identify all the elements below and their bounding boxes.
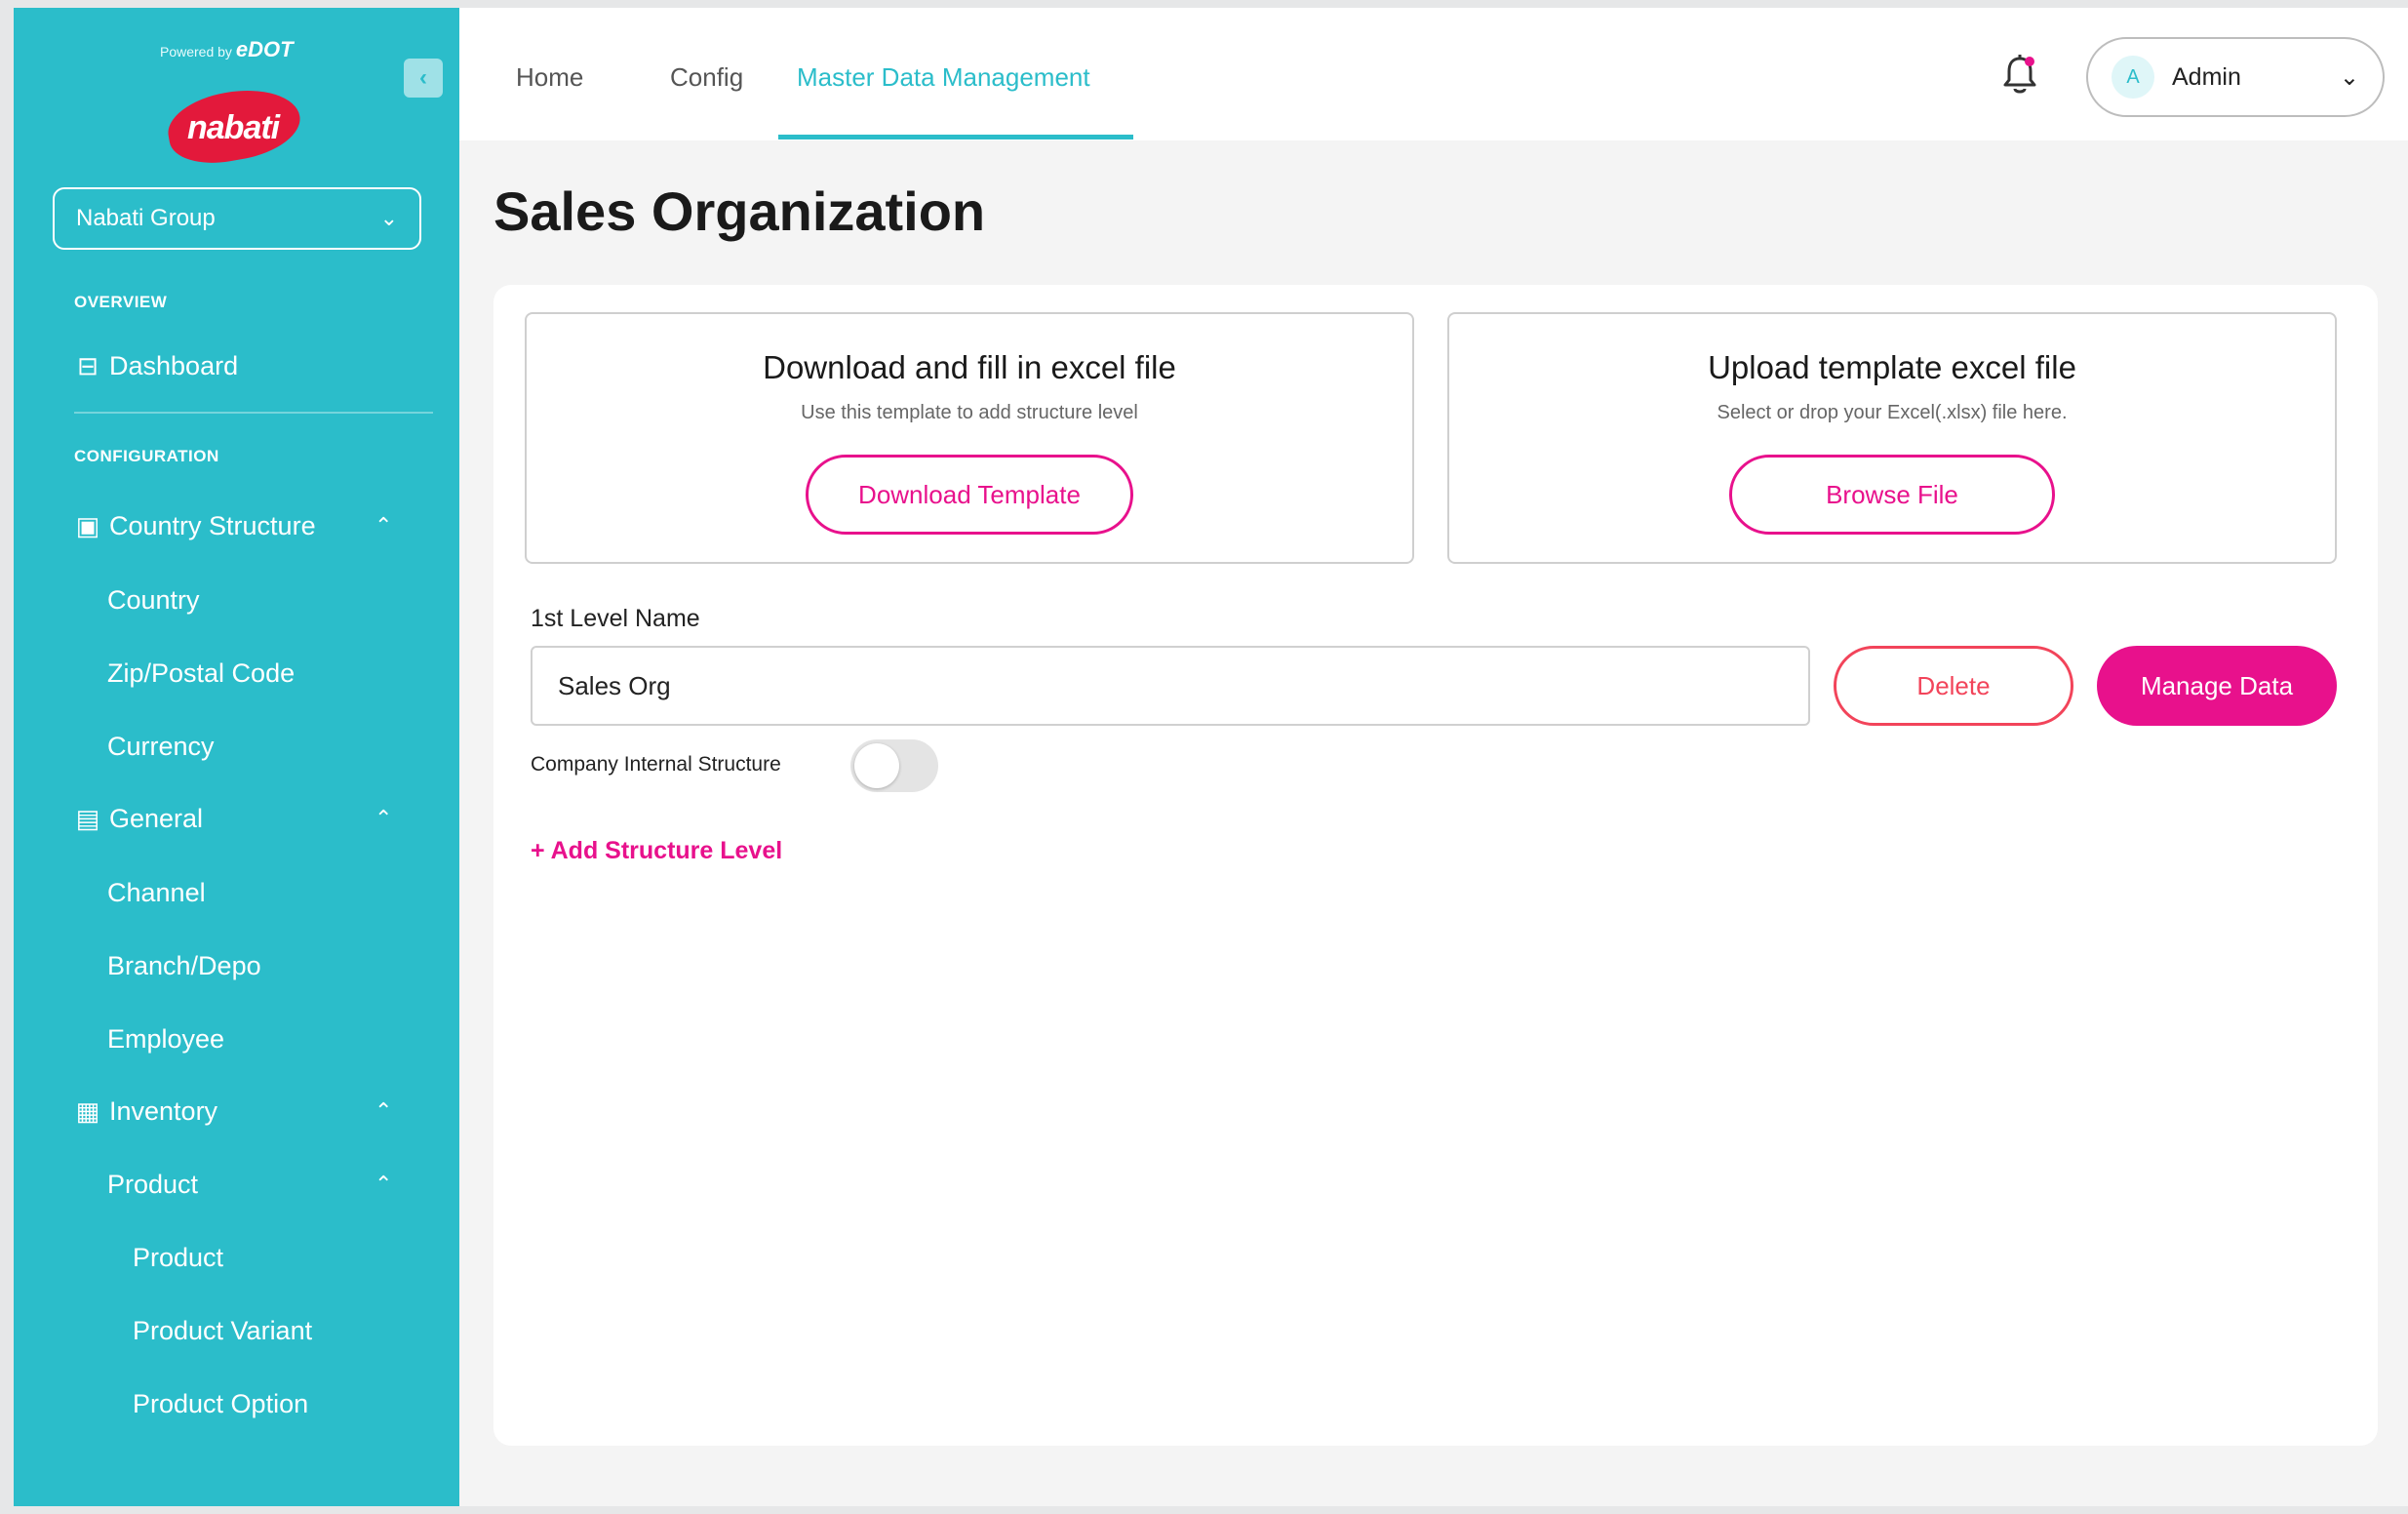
avatar: A — [2112, 56, 2154, 99]
user-menu[interactable]: A Admin ⌄ — [2086, 37, 2385, 117]
user-name: Admin — [2172, 62, 2241, 91]
download-subtitle: Use this template to add structure level — [801, 402, 1138, 423]
building-icon: ▣ — [75, 511, 100, 540]
delete-button[interactable]: Delete — [1834, 646, 2073, 726]
sidebar-item-label: Country Structure — [109, 511, 316, 540]
upload-subtitle: Select or drop your Excel(.xlsx) file he… — [1717, 402, 2068, 423]
browse-file-button[interactable]: Browse File — [1729, 455, 2055, 535]
app-frame: Powered by eDOT ‹ nabati Nabati Group ⌄ … — [14, 8, 2408, 1506]
notification-bell-icon[interactable] — [2000, 53, 2039, 98]
chevron-up-icon[interactable]: ⌃ — [375, 1098, 392, 1124]
edot-logo: eDOT — [235, 37, 294, 61]
section-configuration: CONFIGURATION — [74, 447, 219, 465]
active-tab-indicator — [778, 135, 1133, 139]
sidebar-item-product[interactable]: Product — [133, 1243, 223, 1273]
download-template-button[interactable]: Download Template — [806, 455, 1133, 535]
chevron-up-icon[interactable]: ⌃ — [375, 806, 392, 831]
group-select[interactable]: Nabati Group ⌄ — [53, 187, 421, 250]
tab-master-data-management[interactable]: Master Data Management — [797, 62, 1090, 93]
sidebar: Powered by eDOT ‹ nabati Nabati Group ⌄ … — [14, 8, 459, 1506]
top-bar: Home Config Master Data Management A Adm… — [459, 8, 2408, 140]
grid-icon: ▦ — [75, 1096, 100, 1126]
chevron-up-icon[interactable]: ⌃ — [375, 513, 392, 538]
sidebar-item-label: General — [109, 804, 204, 833]
content-card: Download and fill in excel file Use this… — [493, 285, 2378, 1446]
sidebar-item-zip[interactable]: Zip/Postal Code — [107, 658, 295, 689]
briefcase-icon: ▤ — [75, 804, 100, 833]
nabati-logo: nabati — [162, 80, 306, 172]
download-title: Download and fill in excel file — [763, 349, 1176, 385]
dashboard-icon: ⊟ — [77, 351, 99, 380]
sidebar-item-branch[interactable]: Branch/Depo — [107, 951, 261, 981]
powered-by: Powered by eDOT — [160, 37, 294, 62]
sidebar-item-dashboard[interactable]: ⊟ Dashboard — [74, 351, 238, 381]
sidebar-item-product-option[interactable]: Product Option — [133, 1389, 308, 1419]
sidebar-item-inventory[interactable]: ▦ Inventory — [74, 1096, 217, 1127]
section-overview: OVERVIEW — [74, 293, 168, 311]
group-select-value: Nabati Group — [76, 205, 216, 231]
powered-by-text: Powered by — [160, 44, 232, 60]
sidebar-item-country[interactable]: Country — [107, 585, 200, 616]
add-structure-level-link[interactable]: + Add Structure Level — [531, 837, 782, 865]
sidebar-item-employee[interactable]: Employee — [107, 1024, 224, 1055]
sidebar-item-country-structure[interactable]: ▣ Country Structure — [74, 511, 316, 541]
sidebar-item-currency[interactable]: Currency — [107, 732, 215, 762]
download-panel: Download and fill in excel file Use this… — [525, 312, 1414, 564]
level-name-label: 1st Level Name — [531, 605, 700, 632]
sidebar-item-label: Inventory — [109, 1096, 218, 1126]
chevron-up-icon[interactable]: ⌃ — [375, 1172, 392, 1197]
sidebar-item-label: Dashboard — [109, 351, 239, 380]
sidebar-item-channel[interactable]: Channel — [107, 878, 206, 908]
chevron-left-icon: ‹ — [419, 64, 427, 91]
tab-home[interactable]: Home — [516, 62, 583, 93]
tab-config[interactable]: Config — [670, 62, 743, 93]
level-name-input[interactable] — [531, 646, 1810, 726]
upload-title: Upload template excel file — [1708, 349, 2076, 385]
collapse-sidebar-button[interactable]: ‹ — [404, 59, 443, 98]
sidebar-item-product-variant[interactable]: Product Variant — [133, 1316, 312, 1346]
sidebar-divider — [74, 412, 433, 414]
page-title: Sales Organization — [493, 180, 986, 242]
toggle-knob — [854, 743, 899, 788]
chevron-down-icon: ⌄ — [2339, 63, 2359, 91]
manage-data-button[interactable]: Manage Data — [2097, 646, 2337, 726]
logo-text: nabati — [187, 109, 280, 146]
chevron-down-icon: ⌄ — [379, 206, 398, 230]
sidebar-item-general[interactable]: ▤ General — [74, 804, 203, 834]
sidebar-item-product-group[interactable]: Product — [107, 1170, 198, 1200]
company-internal-structure-label: Company Internal Structure — [531, 753, 781, 776]
company-internal-structure-toggle[interactable] — [850, 739, 938, 792]
upload-panel: Upload template excel file Select or dro… — [1447, 312, 2337, 564]
